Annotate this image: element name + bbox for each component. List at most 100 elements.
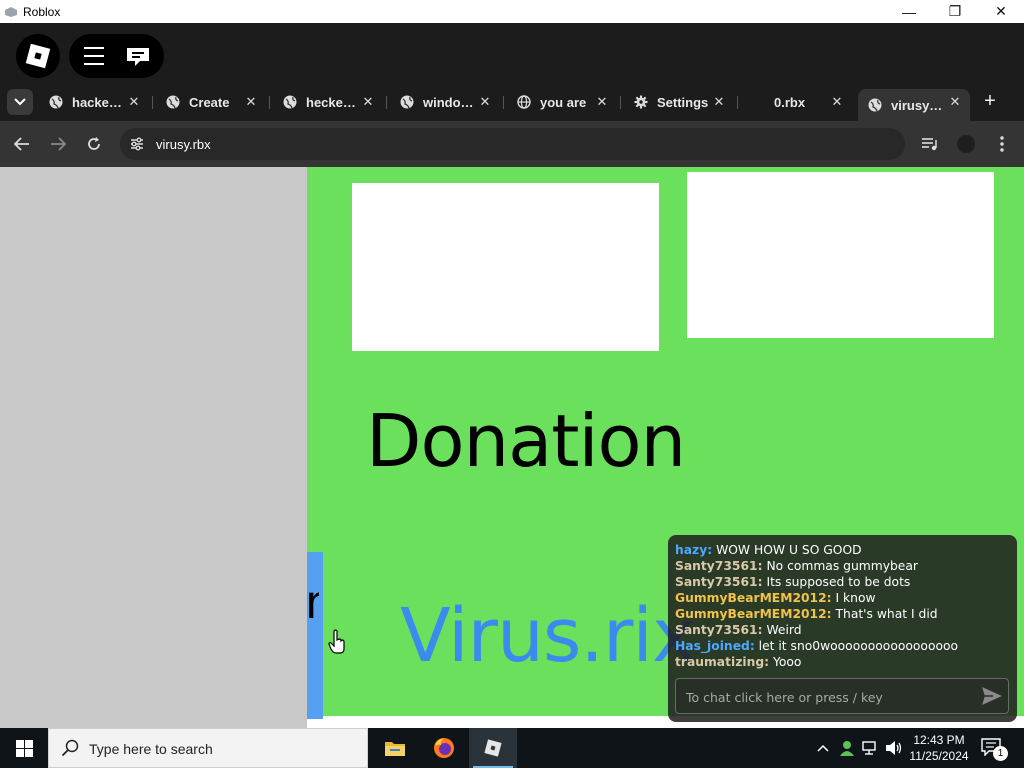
address-input[interactable] <box>156 134 856 154</box>
profile-avatar-icon <box>957 135 975 153</box>
roblox-taskbar-button[interactable] <box>469 728 517 768</box>
close-tab-icon[interactable]: ✕ <box>710 93 728 111</box>
browser-toolbar <box>0 121 1024 167</box>
hamburger-icon[interactable] <box>84 47 104 65</box>
tab-label: Create <box>189 94 230 110</box>
game-viewport[interactable]: Donation n Virus.rix hazy: WOW HOW U SO … <box>0 167 1024 728</box>
chat-input-box[interactable] <box>675 678 1009 714</box>
tab-hecke[interactable]: hecke… ✕ <box>283 89 377 115</box>
tab-create[interactable]: Create ✕ <box>166 89 260 115</box>
partial-text-fragment: n <box>305 575 319 629</box>
taskbar-clock[interactable]: 12:43 PM 11/25/2024 <box>905 732 973 764</box>
globe-icon <box>49 95 63 109</box>
chat-message: GummyBearMEM2012: I know <box>675 590 1015 606</box>
chat-text: No commas gummybear <box>766 559 918 573</box>
firefox-button[interactable] <box>420 728 468 768</box>
notification-count-badge: 1 <box>993 746 1008 761</box>
tab-label: hecke… <box>306 94 356 110</box>
chat-message: Santy73561: Weird <box>675 622 1015 638</box>
chat-username: Santy73561: <box>675 559 763 573</box>
chat-message-list: hazy: WOW HOW U SO GOOD Santy73561: No c… <box>675 542 1015 670</box>
tab-settings[interactable]: Settings ✕ <box>634 89 728 115</box>
close-tab-icon[interactable]: ✕ <box>242 93 260 111</box>
new-tab-button[interactable]: + <box>979 90 1001 112</box>
taskbar-search-box[interactable]: Type here to search <box>48 728 368 768</box>
globe-outline-icon <box>517 95 531 109</box>
folder-icon <box>385 742 405 756</box>
minimize-button[interactable]: — <box>886 0 932 23</box>
site-settings-icon[interactable] <box>130 137 144 151</box>
volume-button[interactable] <box>885 739 903 757</box>
tab-search-button[interactable] <box>7 89 33 115</box>
white-panel-right <box>687 172 994 338</box>
arrow-right-icon <box>51 137 66 151</box>
browser-tab-strip: hacke… ✕ Create ✕ hecke… ✕ windo… ✕ you … <box>0 89 1024 121</box>
start-button[interactable] <box>0 728 48 768</box>
back-button[interactable] <box>12 134 32 154</box>
chat-message: Santy73561: No commas gummybear <box>675 558 1015 574</box>
tab-0-rbx[interactable]: 0.rbx ✕ <box>774 89 846 115</box>
close-tab-icon[interactable]: ✕ <box>125 93 143 111</box>
tab-label: Settings <box>657 94 709 110</box>
close-tab-icon[interactable]: ✕ <box>828 93 846 111</box>
profile-button[interactable] <box>956 134 976 154</box>
gear-icon <box>634 95 648 109</box>
people-tray-button[interactable] <box>838 739 856 757</box>
send-icon[interactable] <box>981 686 1003 706</box>
chat-text: Weird <box>766 623 802 637</box>
windows-logo-icon <box>15 739 33 757</box>
chat-icon[interactable] <box>126 47 150 67</box>
reload-button[interactable] <box>84 134 104 154</box>
window-title: Roblox <box>23 4 61 19</box>
close-window-button[interactable]: ✕ <box>978 0 1024 23</box>
search-placeholder: Type here to search <box>89 741 213 757</box>
search-icon <box>61 739 79 757</box>
chat-input[interactable] <box>686 687 966 707</box>
restore-button[interactable]: ❐ <box>932 0 978 23</box>
tab-windo[interactable]: windo… ✕ <box>400 89 494 115</box>
chat-username: GummyBearMEM2012: <box>675 607 832 621</box>
chat-message: hazy: WOW HOW U SO GOOD <box>675 542 1015 558</box>
donation-heading: Donation <box>366 399 686 483</box>
chat-text: let it sno0wooooooooooooooooo <box>758 639 959 653</box>
clock-time: 12:43 PM <box>913 733 965 747</box>
roblox-topbar <box>0 23 1024 89</box>
close-tab-icon[interactable]: ✕ <box>593 93 611 111</box>
windows-taskbar: Type here to search 12:43 PM 11/25/2024 … <box>0 728 1024 768</box>
tab-label: windo… <box>423 94 474 110</box>
tab-virusy-active[interactable]: virusy… ✕ <box>858 89 970 121</box>
network-button[interactable] <box>862 739 880 757</box>
hand-cursor-icon <box>328 629 345 654</box>
close-tab-icon[interactable]: ✕ <box>476 93 494 111</box>
close-tab-icon[interactable]: ✕ <box>946 93 964 111</box>
brand-text: Virus.rix <box>400 593 696 679</box>
roblox-logo-icon <box>25 43 51 69</box>
kebab-menu-icon <box>1000 136 1004 152</box>
chat-message: Santy73561: Its supposed to be dots <box>675 574 1015 590</box>
tab-you-are[interactable]: you are ✕ <box>517 89 611 115</box>
media-control-button[interactable] <box>920 134 940 154</box>
network-icon <box>862 741 876 755</box>
window-titlebar: Roblox — ❐ ✕ <box>0 0 1024 23</box>
tab-label: you are <box>540 94 587 110</box>
tab-hacke[interactable]: hacke… ✕ <box>49 89 143 115</box>
show-hidden-icons-button[interactable] <box>814 739 832 757</box>
chat-username: Has_joined: <box>675 639 755 653</box>
clock-date: 11/25/2024 <box>909 749 969 763</box>
chevron-down-icon <box>14 98 26 106</box>
chat-text: Its supposed to be dots <box>766 575 911 589</box>
browser-menu-button[interactable] <box>992 134 1012 154</box>
action-center-button[interactable]: 1 <box>981 738 1008 761</box>
globe-icon <box>400 95 414 109</box>
playlist-icon <box>922 138 937 151</box>
forward-button[interactable] <box>48 134 68 154</box>
tab-label: 0.rbx <box>774 94 806 110</box>
roblox-menu-button[interactable] <box>16 34 60 78</box>
chat-username: hazy: <box>675 543 713 557</box>
reload-icon <box>88 137 100 150</box>
close-tab-icon[interactable]: ✕ <box>359 93 377 111</box>
speaker-icon <box>886 741 902 755</box>
file-explorer-button[interactable] <box>371 728 419 768</box>
firefox-icon <box>434 738 454 758</box>
address-bar[interactable] <box>120 128 905 160</box>
